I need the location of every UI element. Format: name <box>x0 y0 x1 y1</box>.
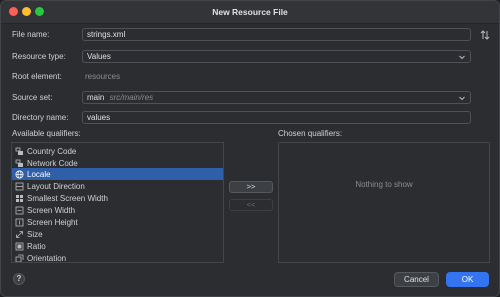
smallest-screen-width-icon <box>16 194 23 202</box>
qualifier-label: Screen Height <box>27 217 78 227</box>
sort-arrows-icon[interactable] <box>480 30 490 40</box>
empty-state-text: Nothing to show <box>355 180 413 189</box>
directory-name-value: values <box>87 113 111 122</box>
size-icon <box>16 230 23 238</box>
screen-width-icon <box>15 206 24 214</box>
qualifier-locale[interactable]: Locale <box>12 168 223 180</box>
root-element-label: Root element: <box>12 72 62 81</box>
network-code-icon <box>15 159 23 167</box>
root-element-value: resources <box>85 72 121 81</box>
chosen-qualifiers-label: Chosen qualifiers: <box>278 129 343 138</box>
chevron-down-icon <box>459 55 465 60</box>
resource-type-label: Resource type: <box>12 52 66 61</box>
file-name-field[interactable]: strings.xml <box>82 28 471 41</box>
orientation-icon <box>15 254 24 262</box>
layout-direction-icon <box>15 182 24 190</box>
qualifier-label: Size <box>27 229 43 239</box>
qualifier-size[interactable]: Size <box>12 228 223 240</box>
source-set-path: src/main/res <box>109 93 154 102</box>
ok-button[interactable]: OK <box>446 272 489 287</box>
qualifier-country-code[interactable]: Country Code <box>12 145 223 157</box>
source-set-dropdown[interactable]: main src/main/res <box>82 91 471 104</box>
source-set-name: main <box>87 93 105 102</box>
file-name-value: strings.xml <box>87 30 126 39</box>
globe-icon <box>15 170 24 178</box>
new-resource-file-dialog: New Resource File File name: strings.xml… <box>0 0 500 297</box>
qualifier-screen-width[interactable]: Screen Width <box>12 204 223 216</box>
country-code-icon <box>15 147 23 155</box>
source-set-label: Source set: <box>12 93 53 102</box>
available-qualifiers-list[interactable]: Country Code Network Code Locale Layout … <box>11 142 224 263</box>
file-name-label: File name: <box>12 30 50 39</box>
ratio-icon <box>15 242 24 250</box>
title-bar: New Resource File <box>1 1 499 24</box>
directory-name-label: Directory name: <box>12 113 69 122</box>
qualifier-screen-height[interactable]: Screen Height <box>12 216 223 228</box>
qualifier-label: Screen Width <box>27 205 76 215</box>
available-qualifiers-label: Available qualifiers: <box>12 129 81 138</box>
qualifier-orientation[interactable]: Orientation <box>12 252 223 263</box>
qualifier-label: Ratio <box>27 241 46 251</box>
resource-type-value: Values <box>87 52 111 61</box>
screen-height-icon <box>15 218 24 226</box>
qualifier-label: Layout Direction <box>27 181 85 191</box>
qualifier-label: Country Code <box>27 146 77 156</box>
qualifier-layout-direction[interactable]: Layout Direction <box>12 180 223 192</box>
qualifier-label: Orientation <box>27 253 67 263</box>
directory-name-field[interactable]: values <box>82 111 471 124</box>
chevron-down-icon <box>459 96 465 101</box>
cancel-button[interactable]: Cancel <box>394 272 439 287</box>
qualifier-label: Locale <box>27 169 51 179</box>
qualifier-smallest-screen-width[interactable]: Smallest Screen Width <box>12 192 223 204</box>
qualifier-label: Network Code <box>27 158 78 168</box>
add-qualifier-button[interactable]: >> <box>229 181 273 193</box>
dialog-title: New Resource File <box>212 7 288 17</box>
remove-qualifier-button[interactable]: << <box>229 199 273 211</box>
help-button[interactable]: ? <box>13 273 25 285</box>
qualifier-ratio[interactable]: Ratio <box>12 240 223 252</box>
resource-type-dropdown[interactable]: Values <box>82 50 471 63</box>
qualifier-label: Smallest Screen Width <box>27 193 108 203</box>
chosen-qualifiers-list[interactable]: Nothing to show <box>278 142 490 263</box>
